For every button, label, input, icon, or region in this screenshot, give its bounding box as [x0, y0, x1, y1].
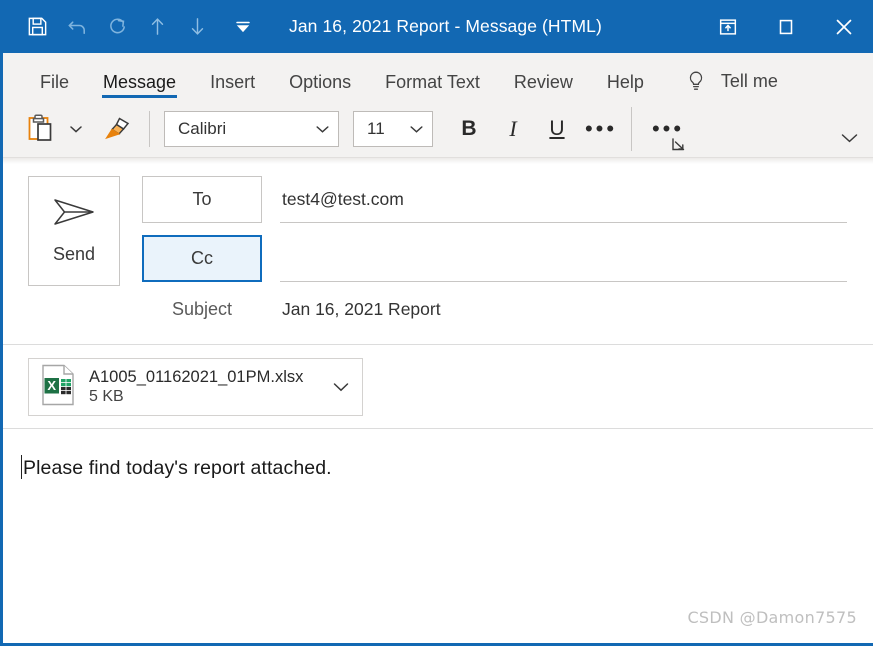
font-family-value: Calibri [178, 119, 227, 138]
italic-button[interactable]: I [491, 107, 535, 151]
recipient-fields: To test4@test.com Cc Subject Jan 16, 202… [142, 176, 873, 331]
font-size-select[interactable]: 11 [353, 110, 433, 147]
tab-options[interactable]: Options [272, 73, 368, 100]
to-button[interactable]: To [142, 176, 262, 223]
svg-text:X: X [47, 377, 56, 392]
attachment-item[interactable]: X A1005_01162021_01PM.xlsx 5 KB [28, 358, 363, 416]
attachment-zone: X A1005_01162021_01PM.xlsx 5 KB [3, 345, 873, 428]
header-divider [3, 344, 873, 345]
send-label: Send [52, 244, 96, 264]
ellipsis-icon: ••• [584, 115, 618, 141]
ellipsis-icon: ••• [651, 115, 685, 141]
outlook-message-window: Jan 16, 2021 Report - Message (HTML) Fil… [0, 0, 873, 646]
attachment-file-size: 5 KB [89, 388, 124, 406]
to-row: To test4@test.com [142, 176, 873, 223]
paste-icon[interactable] [21, 106, 63, 152]
subject-row: Subject Jan 16, 2021 Report [142, 287, 873, 331]
tab-review[interactable]: Review [497, 73, 590, 100]
window-title: Jan 16, 2021 Report - Message (HTML) [289, 16, 602, 36]
tab-file[interactable]: File [23, 73, 86, 100]
customize-quick-access-toolbar-icon[interactable] [223, 7, 263, 47]
window-controls [699, 0, 873, 53]
message-body-editor[interactable]: Please find today's report attached. [3, 429, 873, 605]
chevron-down-icon [410, 125, 423, 133]
subject-input[interactable]: Jan 16, 2021 Report [280, 287, 847, 331]
close-icon[interactable] [815, 0, 873, 53]
ribbon-tab-strip: File Message Insert Options Format Text … [3, 53, 873, 100]
cc-row: Cc [142, 235, 873, 282]
collapse-ribbon-chevron-down-icon[interactable] [840, 131, 859, 149]
paste-options-chevron-down-icon[interactable] [63, 106, 89, 152]
attachment-file-name: A1005_01162021_01PM.xlsx [89, 367, 304, 386]
attachment-chevron-down-icon[interactable] [328, 381, 354, 393]
send-column: Send [28, 176, 142, 286]
cc-input[interactable] [280, 235, 847, 282]
tell-me-search[interactable]: Tell me [685, 69, 778, 100]
font-family-select[interactable]: Calibri [164, 110, 339, 147]
tab-help[interactable]: Help [590, 73, 661, 100]
ribbon-command-bar: Calibri 11 B I U ••• ••• [3, 100, 873, 158]
tell-me-label: Tell me [720, 70, 778, 91]
font-dialog-launcher-icon[interactable] [671, 137, 686, 157]
paper-plane-icon [51, 197, 97, 232]
lightbulb-icon [685, 69, 707, 93]
excel-file-icon: X [40, 364, 76, 411]
undo-icon[interactable] [57, 7, 97, 47]
tab-format-text[interactable]: Format Text [368, 73, 497, 100]
to-input[interactable]: test4@test.com [280, 176, 847, 223]
tab-message[interactable]: Message [86, 73, 193, 100]
font-size-value: 11 [367, 119, 385, 138]
maximize-icon[interactable] [757, 0, 815, 53]
redo-icon[interactable] [97, 7, 137, 47]
message-body-text: Please find today's report attached. [23, 457, 332, 479]
tab-insert[interactable]: Insert [193, 73, 272, 100]
save-icon[interactable] [17, 7, 57, 47]
chevron-down-icon [316, 125, 329, 133]
cc-button[interactable]: Cc [142, 235, 262, 282]
previous-item-icon[interactable] [137, 7, 177, 47]
format-painter-icon[interactable] [93, 106, 139, 152]
attachment-meta: A1005_01162021_01PM.xlsx 5 KB [89, 367, 328, 408]
ribbon-divider [149, 110, 150, 147]
subject-label: Subject [171, 298, 233, 319]
text-caret [21, 455, 22, 479]
next-item-icon[interactable] [177, 7, 217, 47]
underline-button[interactable]: U [535, 107, 579, 151]
title-bar: Jan 16, 2021 Report - Message (HTML) [3, 0, 873, 53]
quick-access-toolbar [3, 0, 263, 53]
ribbon-divider-2 [631, 106, 632, 151]
bold-button[interactable]: B [447, 107, 491, 151]
restore-down-icon[interactable] [699, 0, 757, 53]
send-button[interactable]: Send [28, 176, 120, 286]
watermark: CSDN @Damon7575 [687, 608, 857, 627]
font-more-options-button[interactable]: ••• [579, 107, 623, 151]
compose-header: Send To test4@test.com Cc Subject Jan 16… [3, 164, 873, 345]
